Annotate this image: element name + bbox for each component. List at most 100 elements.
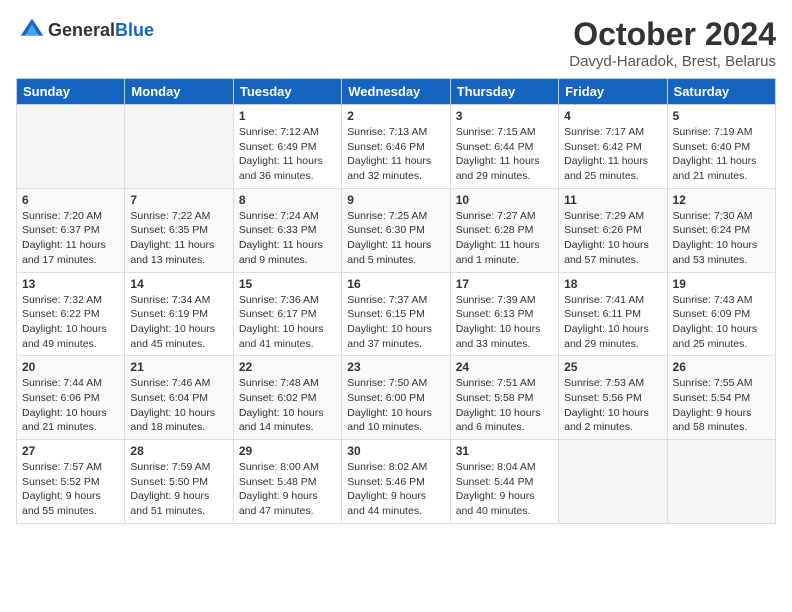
calendar-cell: 4 Sunrise: 7:17 AM Sunset: 6:42 PM Daylig… — [559, 105, 667, 189]
day-number: 5 — [673, 109, 770, 123]
day-number: 14 — [130, 277, 227, 291]
day-info: Sunrise: 7:57 AM Sunset: 5:52 PM Dayligh… — [22, 460, 119, 519]
calendar-cell: 8 Sunrise: 7:24 AM Sunset: 6:33 PM Daylig… — [233, 188, 341, 272]
logo: GeneralBlue — [16, 16, 154, 44]
calendar-cell: 6 Sunrise: 7:20 AM Sunset: 6:37 PM Daylig… — [17, 188, 125, 272]
day-number: 11 — [564, 193, 661, 207]
day-number: 16 — [347, 277, 444, 291]
calendar-cell: 11 Sunrise: 7:29 AM Sunset: 6:26 PM Dayli… — [559, 188, 667, 272]
calendar-cell: 25Sunrise: 7:53 AM Sunset: 5:56 PM Dayli… — [559, 356, 667, 440]
title-area: October 2024 Davyd-Haradok, Brest, Belar… — [569, 16, 776, 70]
calendar-week-row: 1 Sunrise: 7:12 AM Sunset: 6:49 PM Daylig… — [17, 105, 776, 189]
day-info: Sunrise: 7:20 AM Sunset: 6:37 PM Dayligh… — [22, 209, 119, 268]
day-info: Sunrise: 7:37 AM Sunset: 6:15 PM Dayligh… — [347, 293, 444, 352]
day-info: Sunrise: 7:13 AM Sunset: 6:46 PM Dayligh… — [347, 125, 444, 184]
day-info: Sunrise: 7:55 AM Sunset: 5:54 PM Dayligh… — [673, 376, 770, 435]
calendar-cell: 7 Sunrise: 7:22 AM Sunset: 6:35 PM Daylig… — [125, 188, 233, 272]
day-number: 26 — [673, 360, 770, 374]
calendar-cell: 1 Sunrise: 7:12 AM Sunset: 6:49 PM Daylig… — [233, 105, 341, 189]
day-info: Sunrise: 7:24 AM Sunset: 6:33 PM Dayligh… — [239, 209, 336, 268]
day-info: Sunrise: 7:30 AM Sunset: 6:24 PM Dayligh… — [673, 209, 770, 268]
header-sunday: Sunday — [17, 79, 125, 105]
calendar-cell: 21Sunrise: 7:46 AM Sunset: 6:04 PM Dayli… — [125, 356, 233, 440]
day-number: 27 — [22, 444, 119, 458]
calendar-table: SundayMondayTuesdayWednesdayThursdayFrid… — [16, 78, 776, 524]
calendar-header-row: SundayMondayTuesdayWednesdayThursdayFrid… — [17, 79, 776, 105]
day-info: Sunrise: 7:59 AM Sunset: 5:50 PM Dayligh… — [130, 460, 227, 519]
calendar-cell — [125, 105, 233, 189]
calendar-cell: 16 Sunrise: 7:37 AM Sunset: 6:15 PM Dayli… — [342, 272, 450, 356]
day-info: Sunrise: 7:25 AM Sunset: 6:30 PM Dayligh… — [347, 209, 444, 268]
day-info: Sunrise: 7:50 AM Sunset: 6:00 PM Dayligh… — [347, 376, 444, 435]
calendar-cell: 10 Sunrise: 7:27 AM Sunset: 6:28 PM Dayli… — [450, 188, 558, 272]
day-info: Sunrise: 7:44 AM Sunset: 6:06 PM Dayligh… — [22, 376, 119, 435]
calendar-cell: 24 Sunrise: 7:51 AM Sunset: 5:58 PM Dayli… — [450, 356, 558, 440]
day-info: Sunrise: 7:36 AM Sunset: 6:17 PM Dayligh… — [239, 293, 336, 352]
calendar-cell — [559, 440, 667, 524]
day-info: Sunrise: 7:29 AM Sunset: 6:26 PM Dayligh… — [564, 209, 661, 268]
calendar-cell: 18Sunrise: 7:41 AM Sunset: 6:11 PM Dayli… — [559, 272, 667, 356]
calendar-week-row: 27 Sunrise: 7:57 AM Sunset: 5:52 PM Dayli… — [17, 440, 776, 524]
day-info: Sunrise: 7:27 AM Sunset: 6:28 PM Dayligh… — [456, 209, 553, 268]
header: GeneralBlue October 2024 Davyd-Haradok, … — [16, 16, 776, 70]
calendar-week-row: 13Sunrise: 7:32 AM Sunset: 6:22 PM Dayli… — [17, 272, 776, 356]
day-number: 15 — [239, 277, 336, 291]
day-number: 3 — [456, 109, 553, 123]
day-number: 25 — [564, 360, 661, 374]
logo-icon — [18, 16, 46, 44]
day-number: 8 — [239, 193, 336, 207]
calendar-cell: 19Sunrise: 7:43 AM Sunset: 6:09 PM Dayli… — [667, 272, 775, 356]
calendar-cell: 5 Sunrise: 7:19 AM Sunset: 6:40 PM Daylig… — [667, 105, 775, 189]
day-info: Sunrise: 7:19 AM Sunset: 6:40 PM Dayligh… — [673, 125, 770, 184]
calendar-cell: 30 Sunrise: 8:02 AM Sunset: 5:46 PM Dayli… — [342, 440, 450, 524]
logo-text-general: General — [48, 20, 115, 40]
day-info: Sunrise: 7:32 AM Sunset: 6:22 PM Dayligh… — [22, 293, 119, 352]
day-number: 7 — [130, 193, 227, 207]
day-info: Sunrise: 7:34 AM Sunset: 6:19 PM Dayligh… — [130, 293, 227, 352]
day-number: 12 — [673, 193, 770, 207]
day-info: Sunrise: 7:15 AM Sunset: 6:44 PM Dayligh… — [456, 125, 553, 184]
calendar-cell: 26 Sunrise: 7:55 AM Sunset: 5:54 PM Dayli… — [667, 356, 775, 440]
day-info: Sunrise: 7:22 AM Sunset: 6:35 PM Dayligh… — [130, 209, 227, 268]
calendar-cell: 3 Sunrise: 7:15 AM Sunset: 6:44 PM Daylig… — [450, 105, 558, 189]
day-number: 1 — [239, 109, 336, 123]
calendar-cell: 23 Sunrise: 7:50 AM Sunset: 6:00 PM Dayli… — [342, 356, 450, 440]
day-info: Sunrise: 7:43 AM Sunset: 6:09 PM Dayligh… — [673, 293, 770, 352]
day-info: Sunrise: 8:02 AM Sunset: 5:46 PM Dayligh… — [347, 460, 444, 519]
calendar-cell: 14 Sunrise: 7:34 AM Sunset: 6:19 PM Dayli… — [125, 272, 233, 356]
header-saturday: Saturday — [667, 79, 775, 105]
calendar-cell: 28 Sunrise: 7:59 AM Sunset: 5:50 PM Dayli… — [125, 440, 233, 524]
location-title: Davyd-Haradok, Brest, Belarus — [569, 53, 776, 70]
calendar-week-row: 6 Sunrise: 7:20 AM Sunset: 6:37 PM Daylig… — [17, 188, 776, 272]
day-number: 30 — [347, 444, 444, 458]
day-number: 20 — [22, 360, 119, 374]
header-thursday: Thursday — [450, 79, 558, 105]
calendar-cell: 12 Sunrise: 7:30 AM Sunset: 6:24 PM Dayli… — [667, 188, 775, 272]
day-info: Sunrise: 7:39 AM Sunset: 6:13 PM Dayligh… — [456, 293, 553, 352]
day-number: 28 — [130, 444, 227, 458]
calendar-cell: 29Sunrise: 8:00 AM Sunset: 5:48 PM Dayli… — [233, 440, 341, 524]
day-info: Sunrise: 7:46 AM Sunset: 6:04 PM Dayligh… — [130, 376, 227, 435]
day-info: Sunrise: 7:48 AM Sunset: 6:02 PM Dayligh… — [239, 376, 336, 435]
header-friday: Friday — [559, 79, 667, 105]
day-number: 4 — [564, 109, 661, 123]
day-number: 18 — [564, 277, 661, 291]
day-info: Sunrise: 7:51 AM Sunset: 5:58 PM Dayligh… — [456, 376, 553, 435]
logo-text-blue: Blue — [115, 20, 154, 40]
day-info: Sunrise: 7:17 AM Sunset: 6:42 PM Dayligh… — [564, 125, 661, 184]
header-monday: Monday — [125, 79, 233, 105]
calendar-cell: 31Sunrise: 8:04 AM Sunset: 5:44 PM Dayli… — [450, 440, 558, 524]
day-info: Sunrise: 7:12 AM Sunset: 6:49 PM Dayligh… — [239, 125, 336, 184]
calendar-cell: 9 Sunrise: 7:25 AM Sunset: 6:30 PM Daylig… — [342, 188, 450, 272]
calendar-week-row: 20 Sunrise: 7:44 AM Sunset: 6:06 PM Dayli… — [17, 356, 776, 440]
day-number: 31 — [456, 444, 553, 458]
header-tuesday: Tuesday — [233, 79, 341, 105]
day-number: 24 — [456, 360, 553, 374]
day-number: 22 — [239, 360, 336, 374]
day-number: 23 — [347, 360, 444, 374]
day-number: 9 — [347, 193, 444, 207]
calendar-cell: 22 Sunrise: 7:48 AM Sunset: 6:02 PM Dayli… — [233, 356, 341, 440]
day-number: 6 — [22, 193, 119, 207]
day-number: 10 — [456, 193, 553, 207]
calendar-cell: 13Sunrise: 7:32 AM Sunset: 6:22 PM Dayli… — [17, 272, 125, 356]
